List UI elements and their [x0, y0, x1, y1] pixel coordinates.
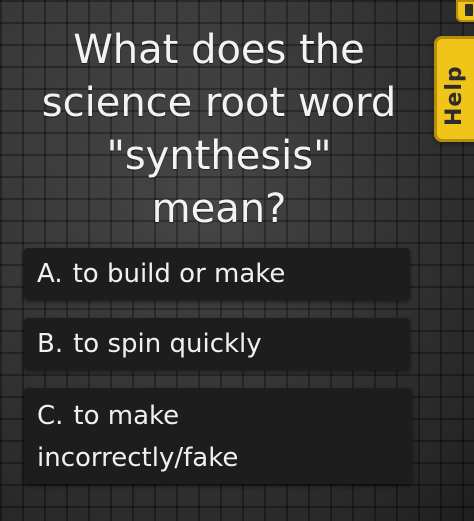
tab-icon	[465, 4, 473, 16]
question-line: "synthesis"	[106, 133, 332, 179]
question-line: mean?	[151, 186, 287, 232]
answer-letter: A.	[37, 259, 63, 289]
question-text: What does the science root word "synthes…	[0, 24, 438, 236]
answer-option-b[interactable]: B. to spin quickly	[24, 318, 410, 370]
answer-text-continued: incorrectly/fake	[37, 443, 239, 473]
answer-text: to make	[73, 401, 180, 431]
answer-letter: C.	[37, 401, 64, 431]
answer-option-a[interactable]: A. to build or make	[24, 248, 410, 300]
answer-letter: B.	[37, 329, 64, 359]
help-tab-label: Help	[442, 65, 467, 126]
answer-text: to spin quickly	[73, 329, 262, 359]
question-line: science root word	[41, 80, 397, 126]
question-line: What does the	[73, 27, 365, 73]
top-tab-button[interactable]	[456, 0, 474, 22]
answer-option-c[interactable]: C. to make incorrectly/fake	[24, 388, 412, 484]
help-tab[interactable]: Help	[434, 36, 474, 142]
answer-text: to build or make	[72, 259, 286, 289]
